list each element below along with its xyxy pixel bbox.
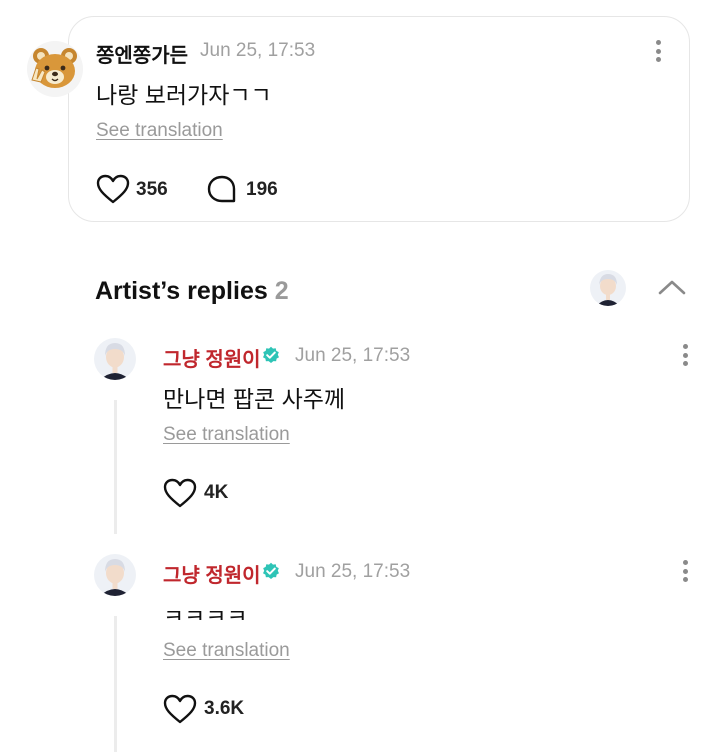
- like-icon[interactable]: [163, 478, 197, 508]
- more-options-icon[interactable]: [675, 556, 695, 586]
- more-options-icon[interactable]: [648, 36, 668, 66]
- artist-avatar[interactable]: [94, 554, 136, 596]
- reply-author[interactable]: 그냥 정원이: [163, 559, 261, 588]
- artist-replies-heading: Artist’s replies 2: [95, 277, 289, 306]
- reply-text: ㅋㅋㅋㅋ: [163, 604, 248, 620]
- artist-avatar-small[interactable]: [590, 270, 626, 306]
- thread-line: [114, 400, 117, 534]
- artist-replies-count: 2: [274, 277, 289, 305]
- reply-date: Jun 25, 17:53: [295, 345, 411, 366]
- reply-bubble-icon[interactable]: [206, 174, 238, 204]
- artist-avatar[interactable]: [94, 338, 136, 380]
- verified-badge-icon: [262, 562, 280, 580]
- like-count: 356: [136, 179, 168, 200]
- see-translation-link[interactable]: See translation: [163, 640, 290, 662]
- bear-avatar[interactable]: [26, 40, 84, 98]
- like-icon[interactable]: [163, 694, 197, 724]
- like-icon[interactable]: [96, 174, 130, 204]
- see-translation-link[interactable]: See translation: [163, 424, 290, 446]
- reply-count: 196: [246, 179, 278, 200]
- artist-replies-title: Artist’s replies: [95, 277, 268, 305]
- reply-author[interactable]: 그냥 정원이: [163, 343, 261, 372]
- see-translation-link[interactable]: See translation: [96, 120, 223, 142]
- like-count: 3.6K: [204, 698, 245, 719]
- more-options-icon[interactable]: [675, 340, 695, 370]
- comment-date: Jun 25, 17:53: [200, 40, 316, 61]
- comment-text: 나랑 보러가자ㄱㄱ: [96, 82, 272, 108]
- reply-date: Jun 25, 17:53: [295, 561, 411, 582]
- thread-line: [114, 616, 117, 752]
- reply-text: 만나면 팝콘 사주께: [163, 386, 346, 412]
- collapse-chevron-up-icon[interactable]: [656, 276, 688, 298]
- verified-badge-icon: [262, 346, 280, 364]
- like-count: 4K: [204, 482, 229, 503]
- comment-author[interactable]: 쫑엔쫑가든: [96, 39, 188, 68]
